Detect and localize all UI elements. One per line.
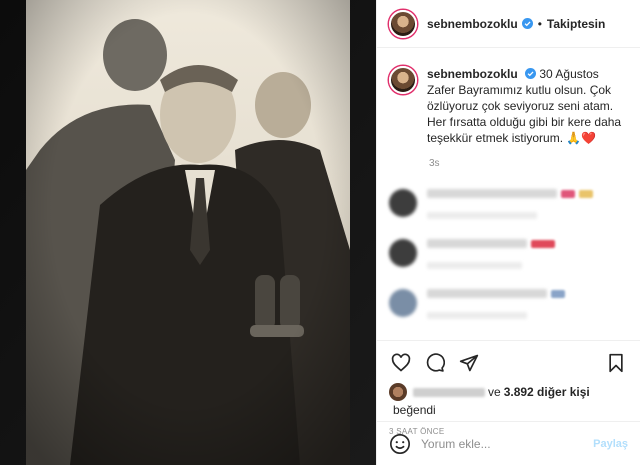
list-item — [389, 289, 628, 319]
comment-meta-blurred — [427, 262, 522, 269]
caption: sebnembozoklu 30 Ağustos Zafer Bayramımı… — [389, 66, 628, 146]
caption-avatar[interactable] — [389, 66, 417, 94]
header-separator: • — [537, 16, 542, 31]
post-side-panel: sebnembozoklu • Takiptesin sebnembozoklu… — [376, 0, 640, 465]
bookmark-icon[interactable] — [604, 351, 628, 375]
heart-icon[interactable] — [389, 351, 413, 375]
verified-badge-icon — [521, 18, 533, 29]
verified-badge-icon — [525, 68, 537, 79]
add-comment-bar: Paylaş — [377, 421, 640, 465]
comment-avatar[interactable] — [389, 289, 417, 317]
likes-suffix: beğendi — [393, 403, 436, 417]
post-header: sebnembozoklu • Takiptesin — [377, 0, 640, 48]
comment-text-blurred — [427, 289, 565, 298]
likes-connector: ve — [488, 385, 501, 399]
list-item — [389, 189, 628, 219]
paper-plane-icon[interactable] — [457, 351, 481, 375]
comment-text-blurred — [427, 239, 555, 248]
likes-summary: ve 3.892 diğer kişi — [389, 383, 628, 401]
smiley-icon[interactable] — [389, 433, 411, 455]
following-button[interactable]: Takiptesin — [547, 17, 605, 31]
comment-emoji-blurred — [551, 289, 565, 298]
author-username[interactable]: sebnembozoklu — [427, 17, 518, 31]
post-comment-button[interactable]: Paylaş — [593, 438, 628, 450]
comments-list[interactable]: sebnembozoklu 30 Ağustos Zafer Bayramımı… — [377, 58, 640, 344]
author-avatar[interactable] — [389, 9, 417, 38]
post-photo[interactable] — [0, 0, 376, 465]
liker-name-blurred[interactable] — [413, 387, 485, 397]
comment-avatar[interactable] — [389, 189, 417, 217]
comment-input[interactable] — [421, 436, 594, 451]
comment-bubble-icon[interactable] — [423, 351, 447, 375]
comment-meta-blurred — [427, 312, 527, 319]
comment-emoji-blurred — [579, 189, 593, 198]
list-item — [389, 239, 628, 269]
comment-meta-blurred — [427, 212, 537, 219]
comment-emoji-blurred — [531, 239, 555, 248]
comment-emoji-blurred — [561, 189, 575, 198]
likes-count[interactable]: 3.892 diğer kişi — [504, 385, 590, 399]
post-image — [0, 0, 376, 465]
comment-text-blurred — [427, 189, 593, 198]
comment-avatar[interactable] — [389, 239, 417, 267]
caption-time: 3s — [429, 158, 440, 169]
liker-avatar[interactable] — [389, 383, 407, 401]
caption-username[interactable]: sebnembozoklu — [427, 67, 518, 81]
